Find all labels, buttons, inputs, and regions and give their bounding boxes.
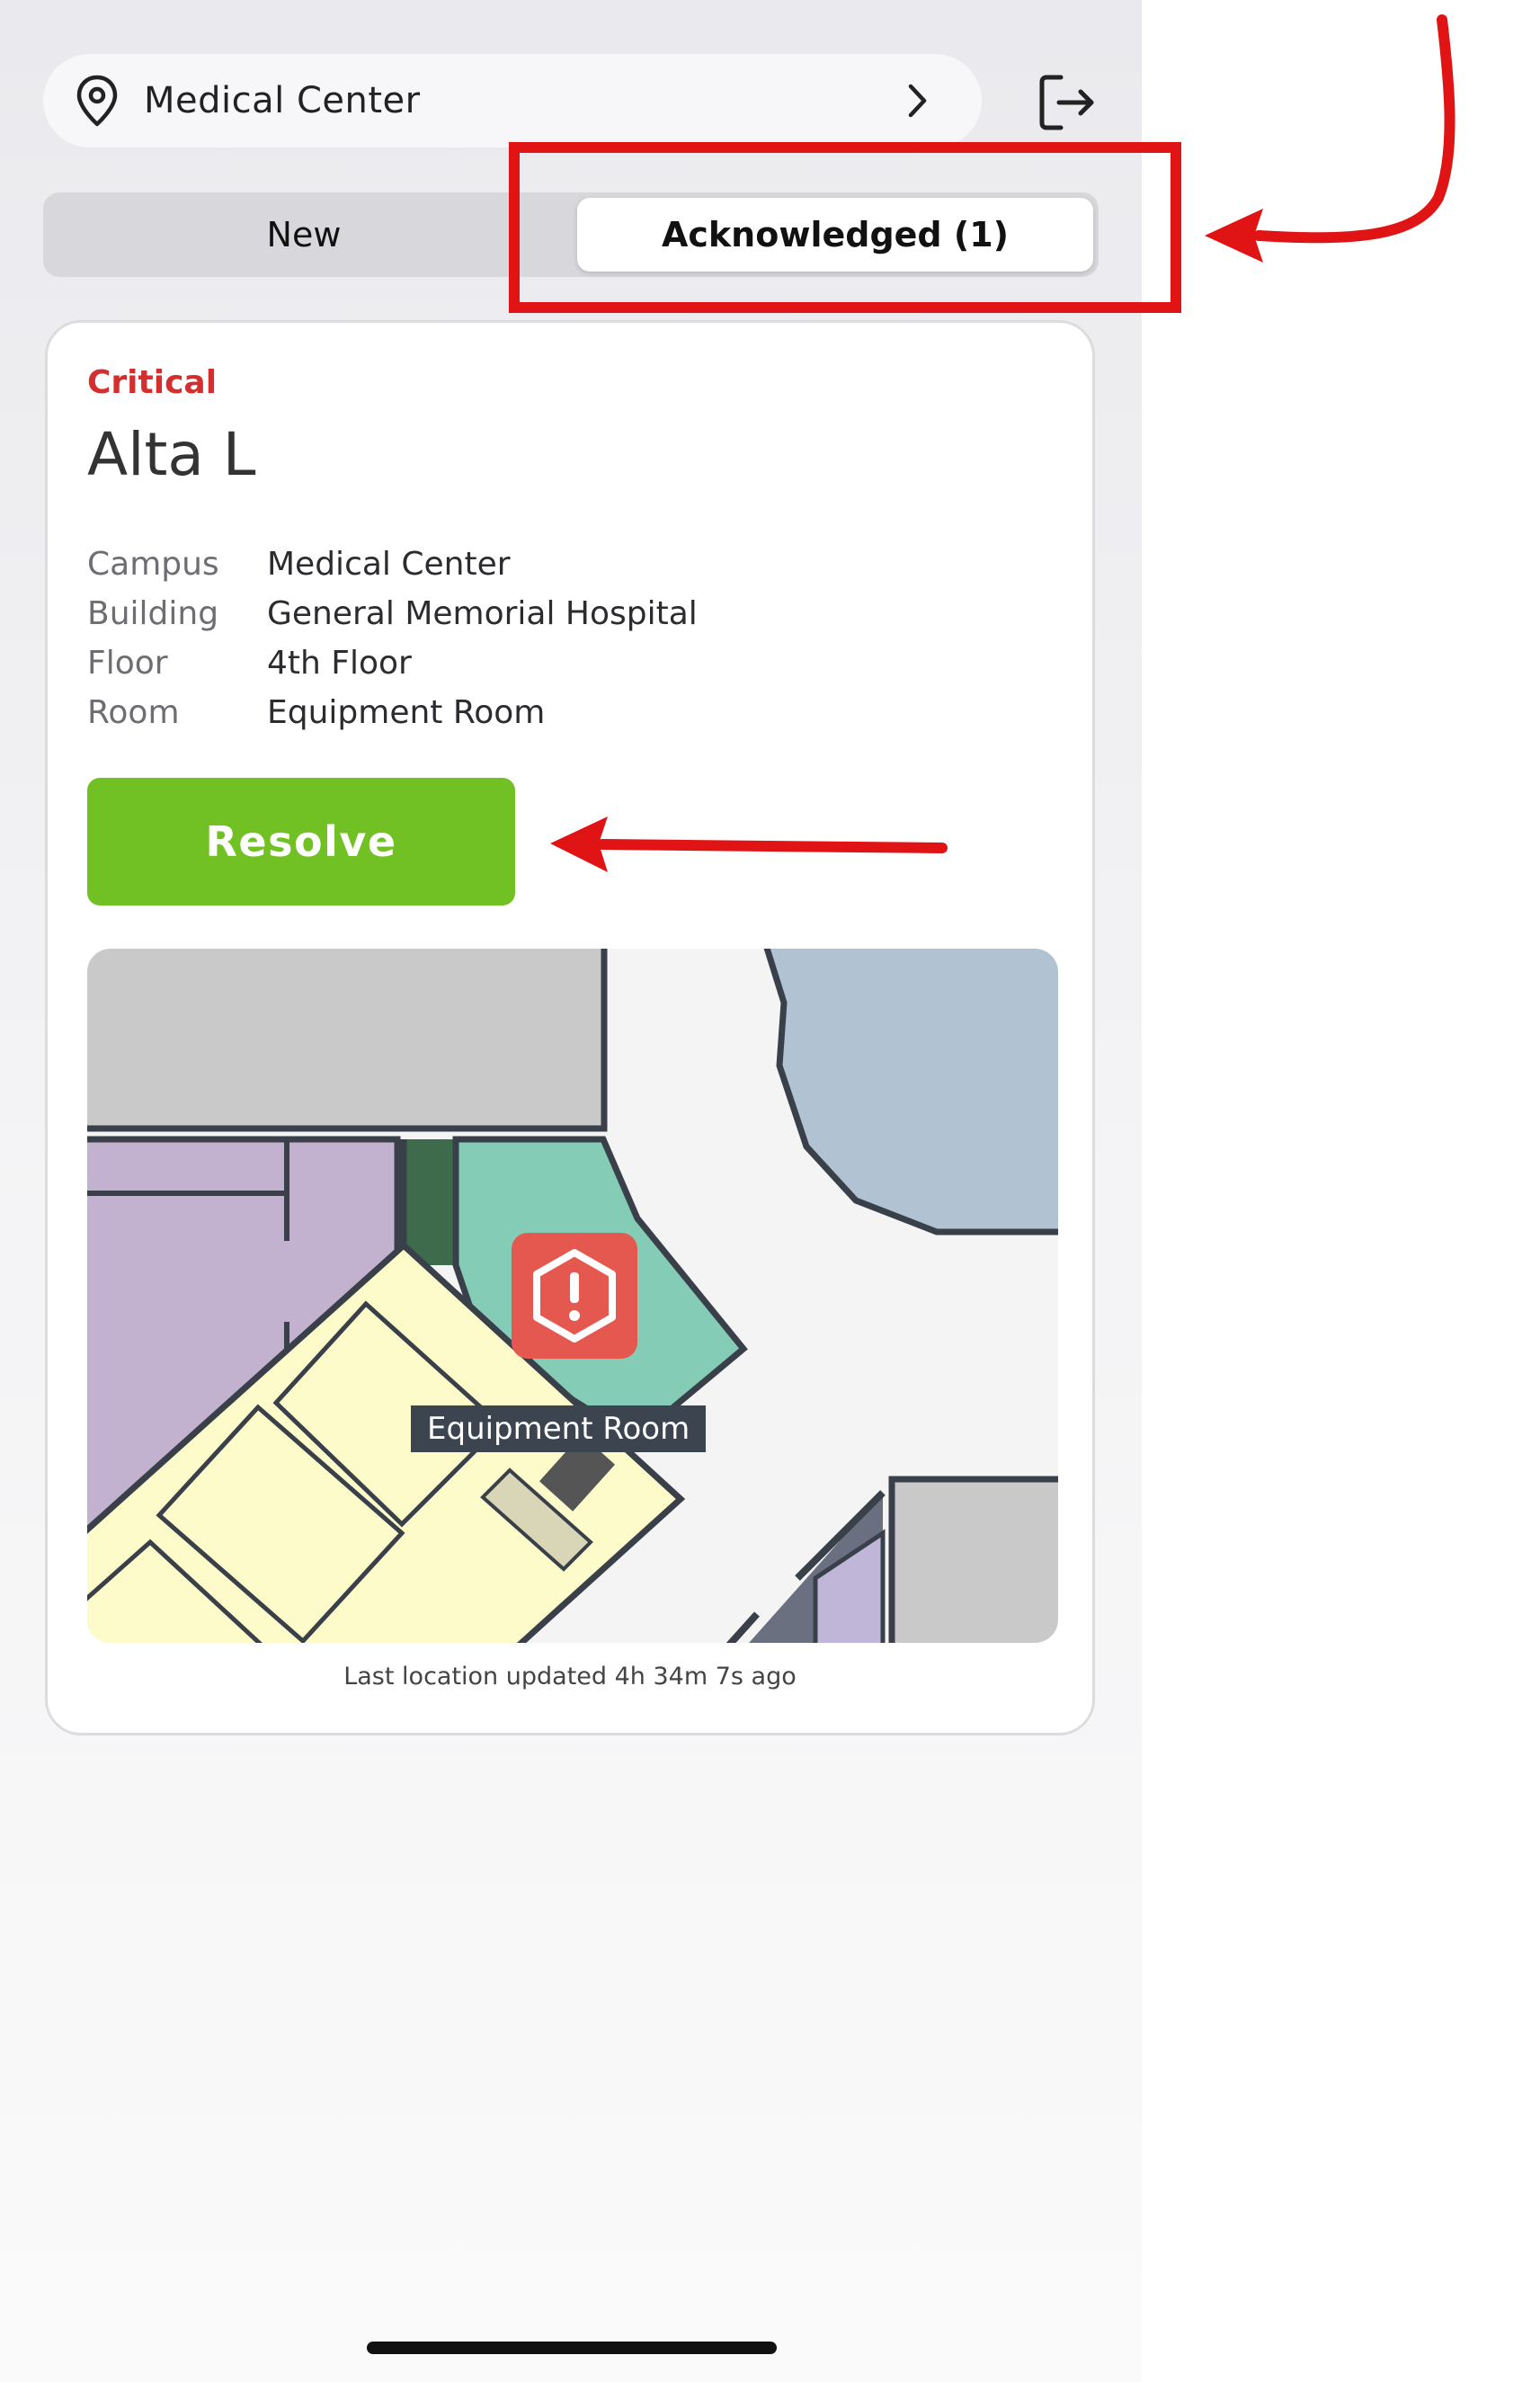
annotation-arrows — [550, 14, 1455, 872]
